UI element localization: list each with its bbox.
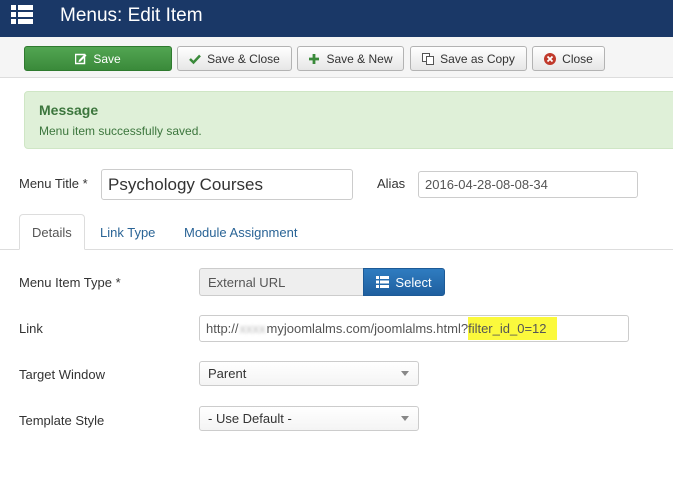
save-new-button[interactable]: Save & New xyxy=(297,46,404,71)
close-button[interactable]: Close xyxy=(532,46,605,71)
message-text: Menu item successfully saved. xyxy=(39,124,202,138)
menu-item-type-field: External URL xyxy=(199,268,363,296)
template-style-value: - Use Default - xyxy=(208,411,292,426)
close-label: Close xyxy=(562,51,593,66)
page-title: Menus: Edit Item xyxy=(60,5,203,26)
template-style-label: Template Style xyxy=(19,413,105,428)
tab-details[interactable]: Details xyxy=(19,214,85,250)
link-blurred-segment: xxxx xyxy=(239,321,266,336)
template-style-select[interactable]: - Use Default - xyxy=(199,406,419,431)
edit-icon xyxy=(75,53,87,65)
toolbar: Save Save & Close Save & New Save as Cop… xyxy=(0,37,673,78)
tab-module-assignment[interactable]: Module Assignment xyxy=(172,214,309,250)
chevron-down-icon xyxy=(401,371,409,376)
target-window-select[interactable]: Parent xyxy=(199,361,419,386)
link-highlight: filter_id_0=12 xyxy=(468,317,557,340)
target-window-label: Target Window xyxy=(19,367,105,382)
message-heading: Message xyxy=(39,102,99,118)
list-icon xyxy=(376,276,390,288)
chevron-down-icon xyxy=(401,416,409,421)
link-middle: myjoomlalms.com/joomlalms.html? xyxy=(266,321,469,336)
select-button[interactable]: Select xyxy=(363,268,445,296)
alias-input[interactable]: 2016-04-28-08-08-34 xyxy=(418,171,638,198)
page-header: Menus: Edit Item xyxy=(0,0,673,37)
save-as-copy-button[interactable]: Save as Copy xyxy=(410,46,527,71)
menu-item-type-label: Menu Item Type * xyxy=(19,275,121,290)
tab-link-type[interactable]: Link Type xyxy=(88,214,167,250)
target-window-value: Parent xyxy=(208,366,247,381)
copy-icon xyxy=(422,52,435,65)
check-icon xyxy=(189,53,202,65)
menu-title-input[interactable]: Psychology Courses xyxy=(101,169,353,200)
link-input[interactable]: http:// xxxx myjoomlalms.com/joomlalms.h… xyxy=(199,315,629,342)
alias-label: Alias xyxy=(377,176,406,191)
save-button-label: Save xyxy=(93,51,121,66)
success-message: Message Menu item successfully saved. xyxy=(24,91,673,149)
save-close-button[interactable]: Save & Close xyxy=(177,46,292,71)
list-icon xyxy=(11,4,33,26)
link-prefix: http:// xyxy=(206,321,239,336)
save-close-label: Save & Close xyxy=(207,51,280,66)
select-button-label: Select xyxy=(395,274,432,290)
save-button[interactable]: Save xyxy=(24,46,172,71)
plus-icon xyxy=(308,53,320,65)
link-label: Link xyxy=(19,321,43,336)
save-new-label: Save & New xyxy=(326,51,393,66)
save-copy-label: Save as Copy xyxy=(440,51,515,66)
close-icon xyxy=(544,52,557,65)
menu-title-label: Menu Title * xyxy=(19,176,88,191)
